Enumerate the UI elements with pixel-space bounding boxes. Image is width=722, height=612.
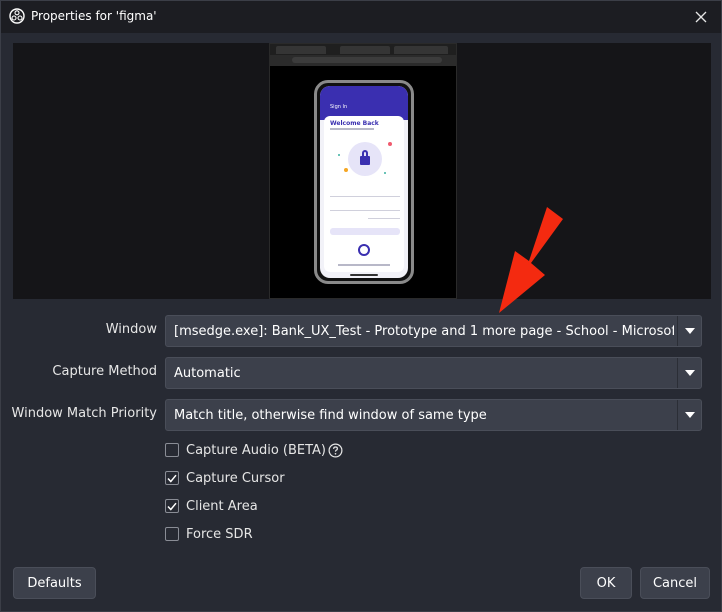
- captured-window-thumbnail: Sign In Welcome Back: [269, 43, 457, 299]
- capture-method-select[interactable]: Automatic: [165, 357, 702, 389]
- client-area-checkbox-row[interactable]: Client Area: [165, 496, 258, 516]
- help-icon[interactable]: [328, 443, 343, 458]
- decor-dot: [388, 142, 392, 146]
- ok-button[interactable]: OK: [580, 567, 632, 599]
- browser-tab: [340, 46, 390, 54]
- browser-toolbar: [270, 44, 456, 66]
- client-area-label: Client Area: [186, 498, 258, 514]
- phone-header-text: Sign In: [330, 104, 348, 110]
- capture-method-value: Automatic: [174, 366, 241, 381]
- force-sdr-checkbox-row[interactable]: Force SDR: [165, 524, 253, 544]
- chevron-down-icon: [684, 412, 695, 418]
- lock-illustration: [348, 142, 382, 176]
- window-match-priority-value: Match title, otherwise find window of sa…: [174, 408, 487, 423]
- chevron-down-icon: [684, 328, 695, 334]
- phone-header: Sign In: [320, 86, 408, 120]
- window-match-priority-dropdown[interactable]: [677, 400, 701, 430]
- close-icon: [695, 11, 707, 23]
- window-match-priority-select[interactable]: Match title, otherwise find window of sa…: [165, 399, 702, 431]
- capture-cursor-checkbox[interactable]: [165, 471, 179, 485]
- decor-dot: [338, 154, 340, 156]
- capture-method-label: Capture Method: [52, 364, 157, 379]
- chevron-down-icon: [684, 370, 695, 376]
- force-sdr-checkbox[interactable]: [165, 527, 179, 541]
- defaults-button[interactable]: Defaults: [13, 567, 96, 599]
- phone-link-line: [368, 218, 400, 219]
- browser-tab: [394, 46, 448, 54]
- phone-mockup: Sign In Welcome Back: [314, 80, 414, 284]
- phone-input-line: [330, 196, 400, 197]
- capture-method-dropdown[interactable]: [677, 358, 701, 388]
- capture-audio-label: Capture Audio (BETA): [186, 442, 327, 458]
- client-area-checkbox[interactable]: [165, 499, 179, 513]
- window-select-dropdown[interactable]: [677, 316, 701, 346]
- fingerprint-icon: [358, 244, 370, 256]
- decor-dot: [344, 168, 348, 172]
- red-arrow-annotation: [499, 207, 563, 313]
- capture-audio-checkbox-row[interactable]: Capture Audio (BETA): [165, 440, 343, 460]
- phone-card-title: Welcome Back: [330, 120, 379, 127]
- capture-cursor-checkbox-row[interactable]: Capture Cursor: [165, 468, 285, 488]
- properties-dialog: Properties for 'figma' Sign In Welcome B…: [0, 0, 722, 612]
- close-button[interactable]: [689, 5, 713, 29]
- capture-audio-checkbox[interactable]: [165, 443, 179, 457]
- decor-dot: [384, 172, 386, 174]
- browser-tab: [276, 46, 326, 54]
- checkmark-icon: [167, 474, 177, 483]
- title-bar[interactable]: Properties for 'figma': [1, 1, 721, 33]
- lock-icon: [360, 156, 370, 165]
- window-match-priority-label: Window Match Priority: [11, 406, 157, 421]
- checkmark-icon: [167, 502, 177, 511]
- capture-preview: Sign In Welcome Back: [13, 43, 711, 299]
- phone-footer-text: [338, 264, 390, 266]
- window-select-value: [msedge.exe]: Bank_UX_Test - Prototype a…: [174, 324, 674, 339]
- cancel-button[interactable]: Cancel: [640, 567, 710, 599]
- phone-card: Welcome Back: [324, 116, 404, 272]
- phone-signin-button: [330, 228, 400, 235]
- force-sdr-label: Force SDR: [186, 526, 253, 542]
- phone-home-indicator: [350, 274, 378, 276]
- browser-address-bar: [292, 57, 442, 63]
- capture-cursor-label: Capture Cursor: [186, 470, 285, 486]
- browser-tab-strip: [270, 44, 456, 55]
- window-label: Window: [105, 322, 157, 337]
- phone-screen: Sign In Welcome Back: [320, 86, 408, 278]
- obs-logo-icon: [9, 8, 25, 24]
- window-title: Properties for 'figma': [31, 9, 157, 23]
- phone-input-line: [330, 210, 400, 211]
- phone-card-subtitle: [330, 128, 374, 130]
- window-select[interactable]: [msedge.exe]: Bank_UX_Test - Prototype a…: [165, 315, 702, 347]
